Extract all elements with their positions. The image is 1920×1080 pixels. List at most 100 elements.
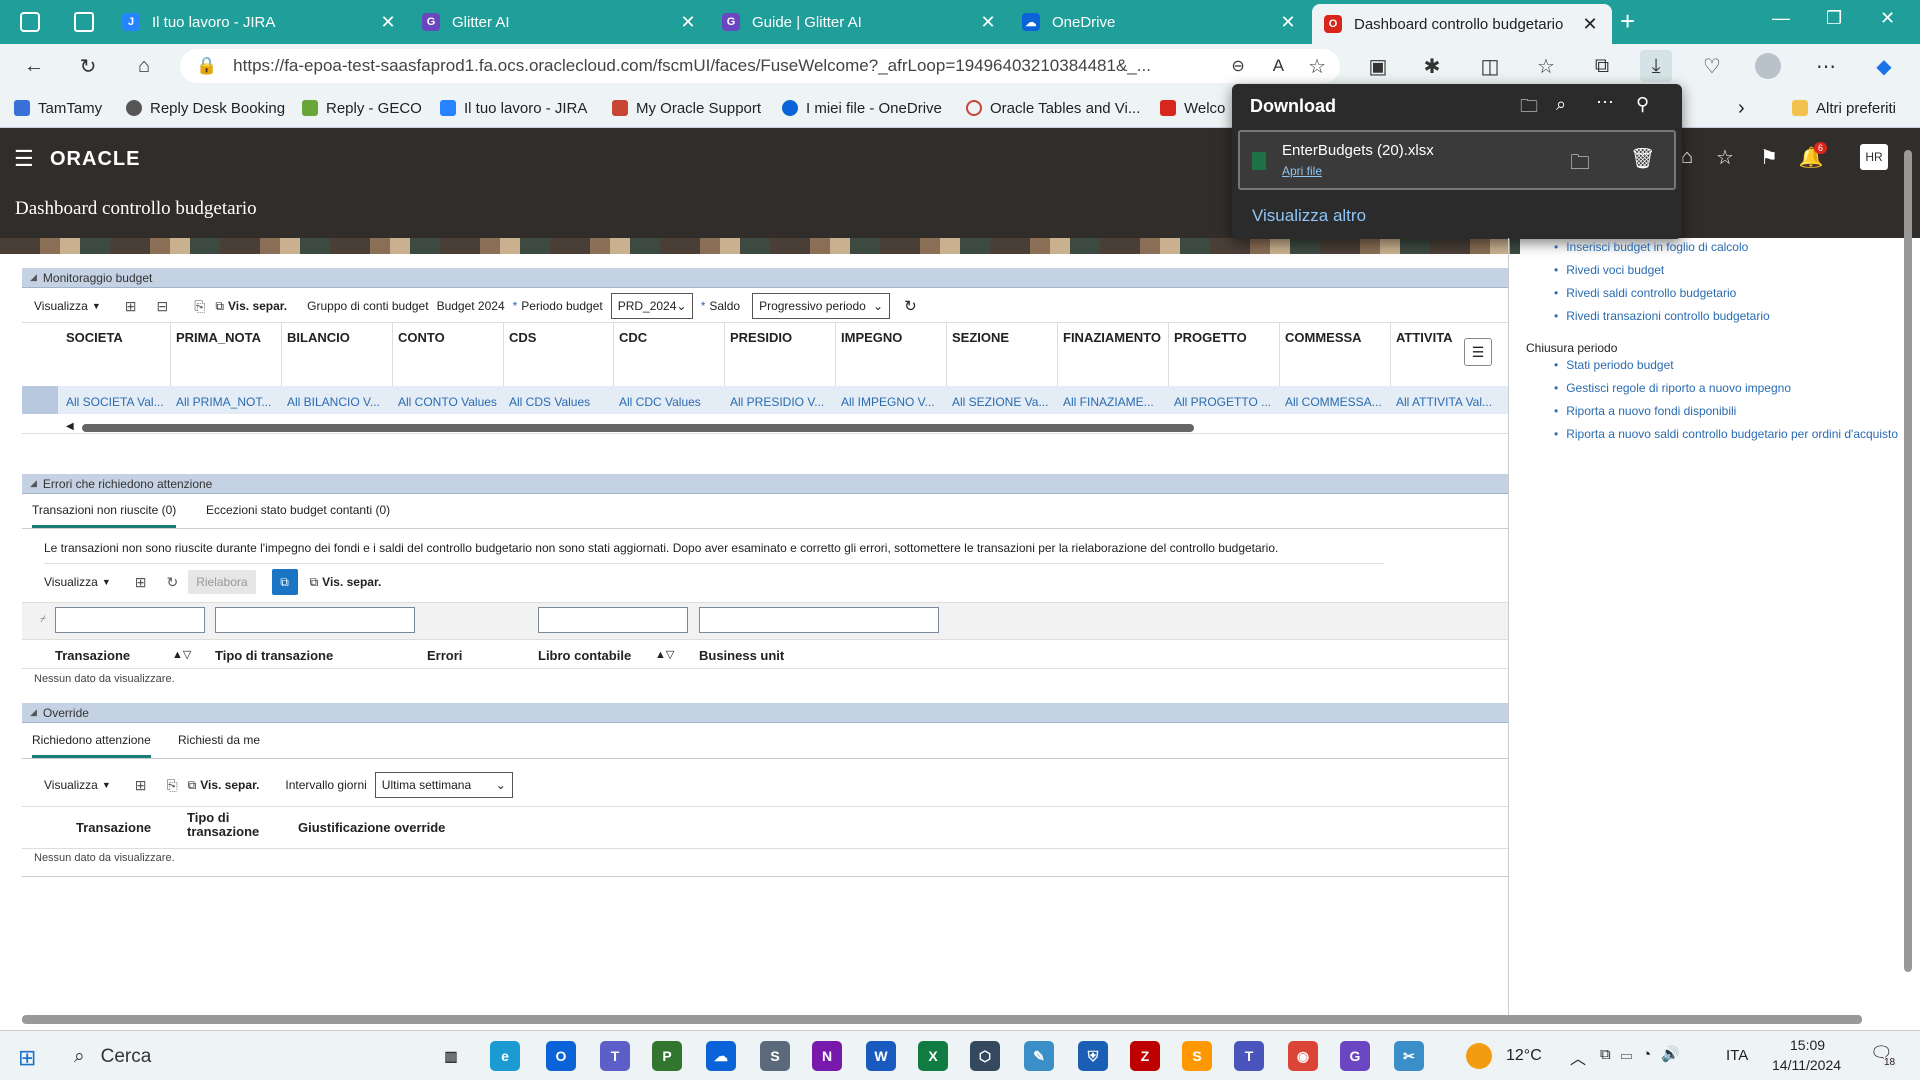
monitor-panel-header[interactable]: ◢ Monitoraggio budget	[22, 268, 1508, 288]
task-view-icon[interactable]: ▥	[436, 1041, 466, 1071]
reprocess-button[interactable]: Rielabora	[188, 570, 256, 594]
period-close-link[interactable]: Stati periodo budget	[1554, 358, 1673, 372]
transaction-type-filter[interactable]	[215, 607, 415, 633]
taskbar-search[interactable]: ⌕ Cerca	[62, 1039, 422, 1075]
restore-button[interactable]: ❐	[1826, 8, 1842, 29]
ledger-filter[interactable]	[538, 607, 688, 633]
col-override-transaction[interactable]: Transazione	[76, 820, 151, 835]
profile-icon[interactable]	[1752, 50, 1784, 82]
detach-button[interactable]: Vis. separ.	[322, 575, 381, 589]
col-transaction-type[interactable]: Tipo di transazione	[215, 648, 333, 663]
teams-classic-icon[interactable]: T	[1234, 1041, 1264, 1071]
balance-select[interactable]: Progressivo periodo ⌄	[752, 293, 891, 319]
close-icon[interactable]: ✕	[378, 12, 398, 33]
read-aloud-icon[interactable]: A	[1273, 56, 1284, 76]
copilot-icon[interactable]: ◆	[1868, 50, 1900, 82]
close-icon[interactable]: ✕	[678, 12, 698, 33]
col-override-type[interactable]: Tipo di transazione	[187, 811, 277, 839]
minimize-button[interactable]: —	[1772, 8, 1790, 29]
view-menu[interactable]: Visualizza	[44, 575, 98, 589]
favorites-star-icon[interactable]: ☆	[1712, 144, 1738, 170]
tab-dashboard[interactable]: O Dashboard controllo budgetario ✕	[1312, 4, 1612, 44]
language-indicator[interactable]: ITA	[1726, 1047, 1748, 1064]
col-errors[interactable]: Errori	[427, 648, 462, 663]
col-value-cds[interactable]: All CDS Values	[509, 395, 614, 409]
sort-icon[interactable]: ▲▽	[655, 648, 674, 661]
word-icon[interactable]: W	[866, 1041, 896, 1071]
more-icon[interactable]: ⋯	[1596, 92, 1614, 113]
close-icon[interactable]: ✕	[978, 12, 998, 33]
outlook-icon[interactable]: O	[546, 1041, 576, 1071]
collapse-icon[interactable]: ◢	[30, 707, 37, 718]
back-icon[interactable]: ←	[18, 50, 50, 82]
filezilla-icon[interactable]: Z	[1130, 1041, 1160, 1071]
search-icon[interactable]: ⌕	[1556, 94, 1566, 115]
col-header-cdc[interactable]: CDC	[619, 330, 647, 345]
user-avatar[interactable]: HR	[1860, 144, 1888, 170]
col-header-sezione[interactable]: SEZIONE	[952, 330, 1009, 345]
detach-button[interactable]: Vis. separ.	[228, 299, 287, 313]
chevron-down-icon[interactable]: ▼	[92, 301, 101, 311]
chevron-right-icon[interactable]: ›	[1738, 88, 1745, 128]
collapse-icon[interactable]: ◢	[30, 272, 37, 283]
puzzle-icon[interactable]: ✱	[1416, 50, 1448, 82]
close-icon[interactable]: ✕	[1278, 12, 1298, 33]
bookmark-tamtamy[interactable]: TamTamy	[14, 88, 102, 128]
url-field[interactable]: 🔒 https://fa-epoa-test-saasfaprod1.fa.oc…	[180, 49, 1340, 83]
col-value-attivita[interactable]: All ATTIVITA Val...	[1396, 395, 1501, 409]
col-value-conto[interactable]: All CONTO Values	[398, 395, 503, 409]
tab-onedrive[interactable]: ☁ OneDrive ✕	[1010, 0, 1310, 44]
horizontal-scrollbar[interactable]	[82, 424, 1194, 432]
detach-icon[interactable]: ⧉	[310, 575, 319, 590]
query-by-example-icon[interactable]: ⧉	[271, 569, 298, 595]
oracle-logo[interactable]: ORACLE	[50, 148, 140, 171]
chevron-down-icon[interactable]: ▼	[102, 577, 111, 587]
freeze-icon[interactable]: ⊞	[125, 298, 137, 315]
refresh-icon[interactable]: ↻	[72, 50, 104, 82]
task-link[interactable]: Rivedi voci budget	[1554, 263, 1664, 277]
col-value-sezione[interactable]: All SEZIONE Va...	[952, 395, 1057, 409]
transaction-filter[interactable]	[55, 607, 205, 633]
col-value-impegno[interactable]: All IMPEGNO V...	[841, 395, 946, 409]
col-ledger[interactable]: Libro contabile	[538, 648, 631, 663]
excel-icon[interactable]: X	[918, 1041, 948, 1071]
show-in-folder-icon[interactable]: 🗀	[1570, 148, 1590, 182]
sql-icon[interactable]: S	[760, 1041, 790, 1071]
weather-icon[interactable]	[1466, 1043, 1492, 1069]
col-header-attivita[interactable]: ATTIVITA	[1396, 330, 1453, 345]
tab-failed-transactions[interactable]: Transazioni non riuscite (0)	[32, 503, 177, 528]
tab-glitter[interactable]: G Glitter AI ✕	[410, 0, 710, 44]
period-close-link[interactable]: Gestisci regole di riporto a nuovo impeg…	[1554, 381, 1791, 395]
freeze-icon[interactable]: ⊞	[135, 574, 147, 591]
zoom-icon[interactable]: ⊖	[1231, 56, 1244, 76]
weather-temp[interactable]: 12°C	[1506, 1047, 1542, 1065]
tab-requested-by-me[interactable]: Richiesti da me	[178, 733, 260, 747]
col-value-cdc[interactable]: All CDC Values	[619, 395, 724, 409]
detach-button[interactable]: Vis. separ.	[200, 778, 259, 792]
collapse-icon[interactable]: ◢	[30, 478, 37, 489]
chrome-icon[interactable]: ◉	[1288, 1041, 1318, 1071]
sort-icon[interactable]: ▲▽	[172, 648, 191, 661]
errors-panel-header[interactable]: ◢ Errori che richiedono attenzione	[22, 474, 1508, 494]
col-transaction[interactable]: Transazione	[55, 648, 130, 663]
bookmark-welcome[interactable]: Welco	[1160, 88, 1225, 128]
col-value-finaziamento[interactable]: All FINAZIAME...	[1063, 395, 1168, 409]
onenote-icon[interactable]: N	[812, 1041, 842, 1071]
col-header-finaziamento[interactable]: FINAZIAMENTO	[1063, 330, 1161, 345]
pin-icon[interactable]: ⚲	[1636, 94, 1649, 115]
export-icon[interactable]: ⎘	[166, 777, 177, 794]
downloads-icon[interactable]: ⤓	[1640, 50, 1672, 82]
col-header-progetto[interactable]: PROGETTO	[1174, 330, 1247, 345]
refresh-icon[interactable]: ↻	[166, 574, 178, 591]
business-unit-filter[interactable]	[699, 607, 939, 633]
vertical-scrollbar[interactable]	[1904, 150, 1912, 972]
col-header-bilancio[interactable]: BILANCIO	[287, 330, 350, 345]
col-value-commessa[interactable]: All COMMESSA...	[1285, 395, 1390, 409]
snipping-icon[interactable]: ✂	[1394, 1041, 1424, 1071]
task-link[interactable]: Inserisci budget in foglio di calcolo	[1554, 240, 1748, 254]
detach-icon[interactable]: ⧉	[215, 299, 224, 314]
export-icon[interactable]: ⎘	[194, 298, 205, 315]
qbe-icon[interactable]: ⌿	[40, 614, 46, 625]
menu-icon[interactable]: ☰	[14, 146, 34, 172]
sublime-icon[interactable]: S	[1182, 1041, 1212, 1071]
